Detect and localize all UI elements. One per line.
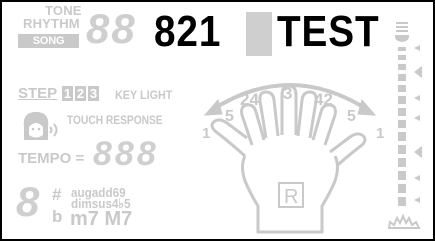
lcd-graphics: 1 5 24 3 42 5 1 R (23, 22, 422, 234)
level-meter (387, 22, 421, 229)
finger-number: 5 (347, 108, 356, 125)
hand-label: R (284, 186, 298, 208)
hand-icon (210, 84, 367, 234)
level-arrows (414, 45, 422, 203)
finger-number: 24 (240, 90, 259, 109)
finger-number: 42 (314, 90, 333, 109)
finger-number: 1 (202, 125, 210, 142)
finger-number: 5 (225, 108, 234, 125)
face-icon (23, 112, 58, 140)
finger-number: 3 (283, 84, 292, 103)
finger-number: 1 (376, 125, 384, 142)
